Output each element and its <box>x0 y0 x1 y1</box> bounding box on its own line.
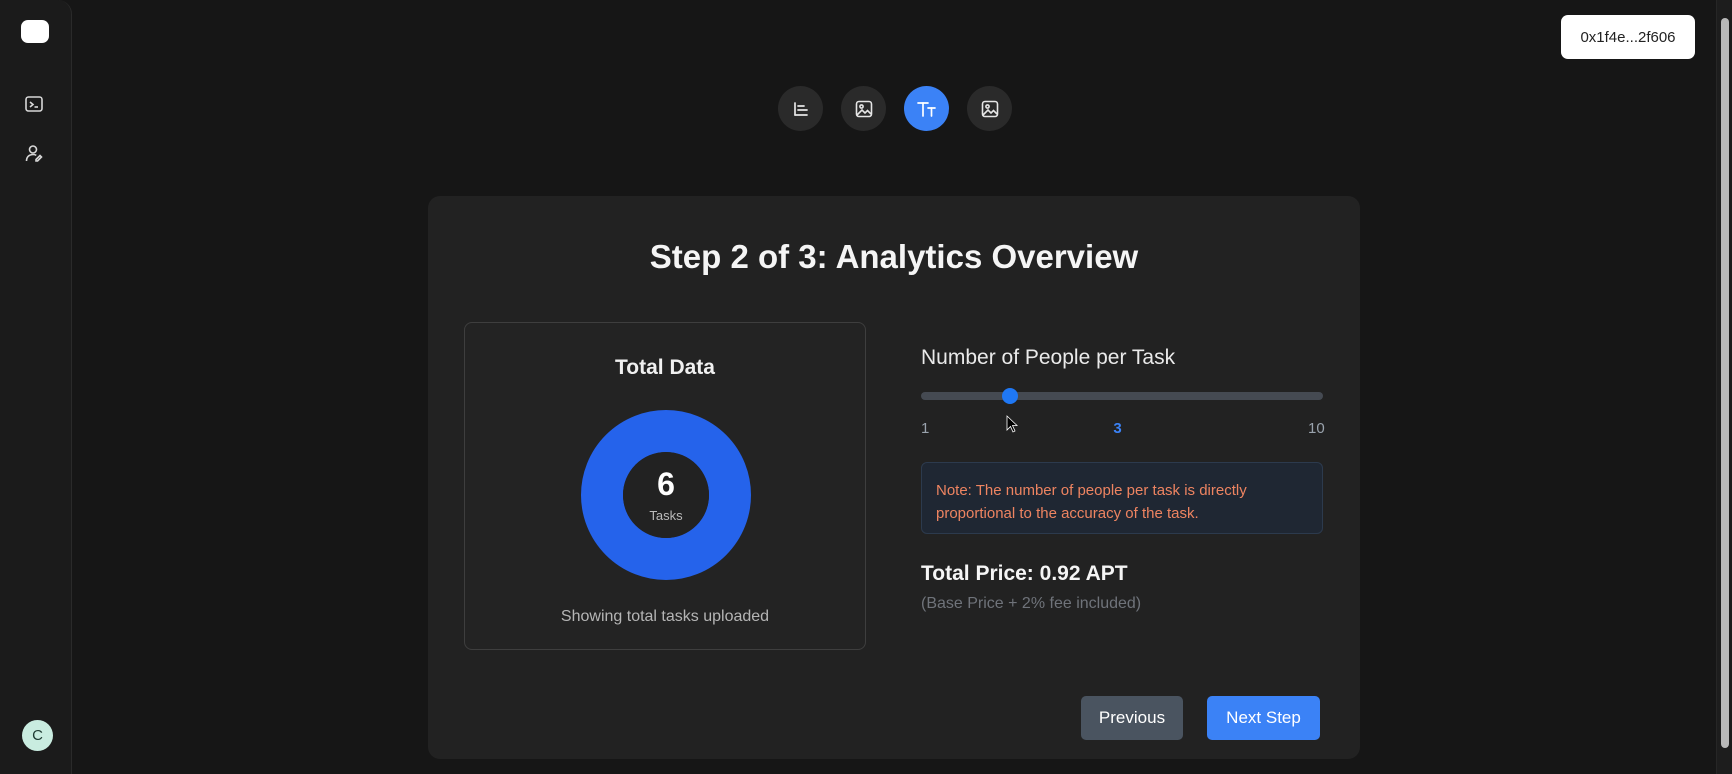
page-scrollbar[interactable] <box>1716 0 1732 774</box>
text-type-icon <box>916 101 936 117</box>
text-align-icon <box>793 101 808 116</box>
user-edit-icon[interactable] <box>22 141 46 165</box>
avatar[interactable]: C <box>22 720 53 751</box>
slider-min-label: 1 <box>921 420 930 437</box>
wallet-address-button[interactable]: 0x1f4e...2f606 <box>1561 15 1695 59</box>
step-button-image-2[interactable] <box>967 86 1012 131</box>
total-price: Total Price: 0.92 APT <box>921 562 1128 585</box>
image-icon <box>981 100 998 117</box>
analytics-card: Step 2 of 3: Analytics Overview Total Da… <box>428 196 1360 759</box>
next-step-button[interactable]: Next Step <box>1207 696 1320 740</box>
accuracy-note: Note: The number of people per task is d… <box>921 462 1323 534</box>
page-title: Step 2 of 3: Analytics Overview <box>649 238 1139 275</box>
donut-unit: Tasks <box>649 507 683 523</box>
step-button-text[interactable] <box>778 86 823 131</box>
app-logo[interactable] <box>21 20 49 43</box>
terminal-icon[interactable] <box>22 92 46 116</box>
data-caption: Showing total tasks uploaded <box>560 608 770 625</box>
slider-value-label: 3 <box>1113 420 1122 437</box>
total-data-panel: Total Data 6 Tasks Showing total tasks u… <box>464 322 866 650</box>
previous-button[interactable]: Previous <box>1081 696 1183 740</box>
total-data-title: Total Data <box>615 356 715 379</box>
price-note: (Base Price + 2% fee included) <box>921 595 1142 612</box>
scrollbar-thumb[interactable] <box>1721 18 1729 748</box>
people-per-task-label: Number of People per Task <box>921 346 1176 369</box>
step-toolbar <box>778 86 1012 131</box>
tasks-donut-chart: 6 Tasks <box>580 409 752 581</box>
slider-max-label: 10 <box>1308 420 1325 437</box>
step-button-image[interactable] <box>841 86 886 131</box>
image-icon <box>855 100 872 117</box>
step-button-text-type[interactable] <box>904 86 949 131</box>
people-per-task-slider[interactable] <box>921 388 1323 404</box>
sidebar: C <box>0 0 72 774</box>
mouse-cursor-icon <box>1006 415 1018 433</box>
donut-value: 6 <box>657 465 675 502</box>
slider-thumb[interactable] <box>1002 388 1019 404</box>
